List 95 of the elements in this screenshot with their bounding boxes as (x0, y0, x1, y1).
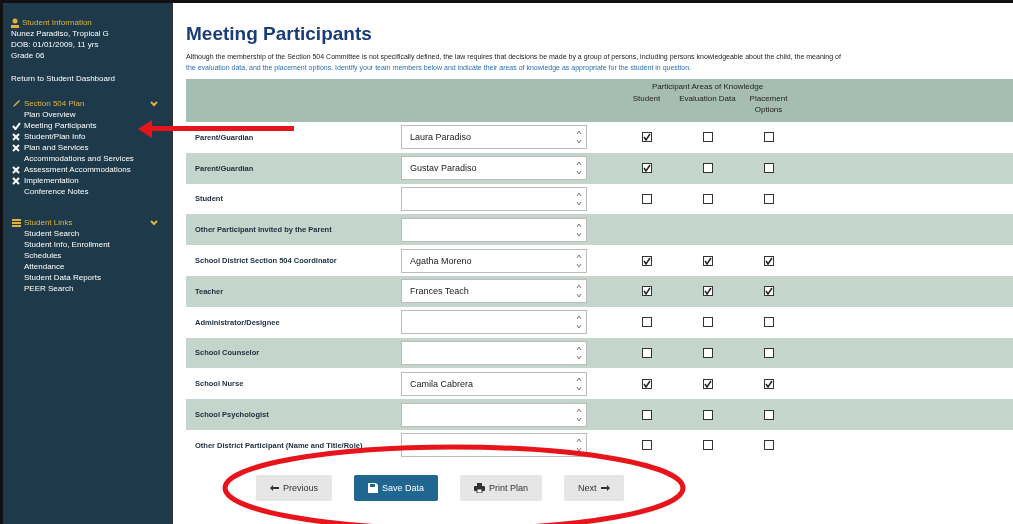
nav-item[interactable]: Attendance (24, 261, 65, 272)
knowledge-checkbox[interactable] (702, 378, 713, 389)
nav-item[interactable]: Implementation (24, 175, 79, 186)
knowledge-checkbox[interactable] (641, 132, 652, 143)
spinner-icon (576, 437, 582, 454)
knowledge-checkbox[interactable] (763, 194, 774, 204)
knowledge-checkbox[interactable] (763, 409, 774, 420)
participant-name-field[interactable] (401, 187, 587, 211)
spinner-icon (576, 191, 582, 207)
nav-item[interactable]: PEER Search (24, 283, 74, 294)
knowledge-checkbox[interactable] (702, 255, 713, 266)
previous-button[interactable]: Previous (256, 474, 332, 501)
spinner-icon (576, 375, 582, 392)
spinner-icon (576, 252, 582, 269)
knowledge-checkbox[interactable] (763, 347, 774, 358)
spinner-icon (576, 283, 582, 300)
student-heading: Student Information (22, 17, 92, 28)
nav-item[interactable]: Meeting Participants (24, 120, 97, 131)
nav-item[interactable]: Conference Notes (24, 186, 89, 197)
knowledge-checkbox[interactable] (763, 286, 774, 297)
student-details: DOB: 01/01/2009, 11 yrs (11, 39, 100, 50)
knowledge-checkbox[interactable] (702, 409, 713, 420)
knowledge-checkbox[interactable] (641, 286, 652, 297)
knowledge-checkbox[interactable] (763, 255, 774, 266)
knowledge-checkbox[interactable] (702, 317, 713, 328)
spinner-icon (576, 314, 582, 331)
participant-name-field[interactable] (401, 217, 587, 242)
knowledge-checkbox[interactable] (641, 378, 652, 389)
knowledge-checkbox[interactable] (641, 409, 652, 420)
nav-item[interactable]: Schedules (24, 250, 62, 261)
x-icon (12, 143, 20, 152)
knowledge-checkbox[interactable] (702, 132, 713, 143)
spinner-icon (576, 406, 582, 423)
knowledge-checkbox[interactable] (763, 378, 774, 389)
save-button[interactable]: Save Data (354, 474, 439, 501)
right-arrow-icon (600, 484, 610, 491)
knowledge-checkbox[interactable] (702, 440, 713, 451)
participant-name-field[interactable]: Camila Cabrera (401, 371, 587, 396)
knowledge-checkbox[interactable] (641, 317, 652, 328)
nav-item[interactable]: Student Data Reports (24, 272, 101, 283)
column-heading: Evaluation Data (678, 93, 737, 105)
section-title[interactable]: Student Links (24, 217, 147, 228)
chevron-icon[interactable] (150, 100, 158, 107)
check-icon (11, 121, 21, 130)
participant-name-field[interactable]: Frances Teach (401, 279, 587, 304)
knowledge-checkbox[interactable] (702, 286, 713, 297)
participant-name-field[interactable] (401, 340, 587, 365)
column-heading: Student (631, 93, 662, 105)
knowledge-checkbox[interactable] (763, 163, 774, 174)
knowledge-checkbox[interactable] (763, 132, 774, 143)
column-heading: Placement Options (748, 93, 789, 115)
knowledge-checkbox[interactable] (763, 440, 774, 451)
section-title[interactable]: Section 504 Plan (24, 98, 147, 109)
participant-name-field[interactable]: Agatha Moreno (401, 248, 587, 273)
nav-item[interactable]: Plan and Services (24, 142, 89, 153)
column-group-heading: Participant Areas of Knowledge (651, 82, 764, 91)
person-icon (11, 17, 19, 28)
participant-name-field[interactable] (401, 402, 587, 427)
dashboard-link[interactable]: Return to Student Dashboard (11, 73, 168, 84)
spinner-icon (576, 129, 582, 146)
participant-name-field[interactable]: Laura Paradiso (401, 125, 587, 150)
participant-name-field[interactable] (401, 310, 587, 335)
x-icon (12, 165, 20, 174)
nav-item[interactable]: Accommodations and Services (24, 153, 134, 164)
knowledge-checkbox[interactable] (702, 347, 713, 358)
knowledge-checkbox[interactable] (763, 317, 774, 328)
page-title: Meeting Participants (186, 23, 373, 45)
list-icon (11, 218, 21, 227)
print-button[interactable]: Print Plan (460, 474, 543, 501)
knowledge-checkbox[interactable] (641, 440, 652, 451)
knowledge-checkbox[interactable] (641, 163, 652, 174)
x-icon (12, 176, 20, 185)
knowledge-checkbox[interactable] (702, 194, 713, 204)
next-button[interactable]: Next (564, 474, 624, 501)
nav-item[interactable]: Student Search (24, 228, 80, 239)
spinner-icon (576, 344, 582, 361)
save-icon (368, 482, 378, 493)
knowledge-checkbox[interactable] (641, 347, 652, 358)
left-arrow-icon (270, 484, 279, 491)
nav-item[interactable]: Student Info, Enrollment (24, 239, 110, 250)
x-icon (12, 132, 20, 141)
knowledge-checkbox[interactable] (702, 163, 713, 174)
student-grade: Grade 06 (11, 50, 46, 61)
spinner-icon (576, 221, 582, 238)
nav-item[interactable]: Assessment Accommodations (24, 164, 131, 175)
pencil-icon (11, 99, 21, 108)
printer-icon (474, 482, 486, 493)
knowledge-checkbox[interactable] (641, 255, 652, 266)
participant-name-field[interactable]: Gustav Paradiso (401, 156, 587, 181)
nav-item[interactable]: Plan Overview (24, 109, 76, 120)
chevron-icon[interactable] (150, 219, 158, 226)
spinner-icon (576, 160, 582, 177)
knowledge-checkbox[interactable] (641, 194, 652, 204)
student-name: Nunez Paradiso, Tropical G (11, 28, 110, 39)
nav-item[interactable]: Student/Plan Info (24, 131, 86, 142)
